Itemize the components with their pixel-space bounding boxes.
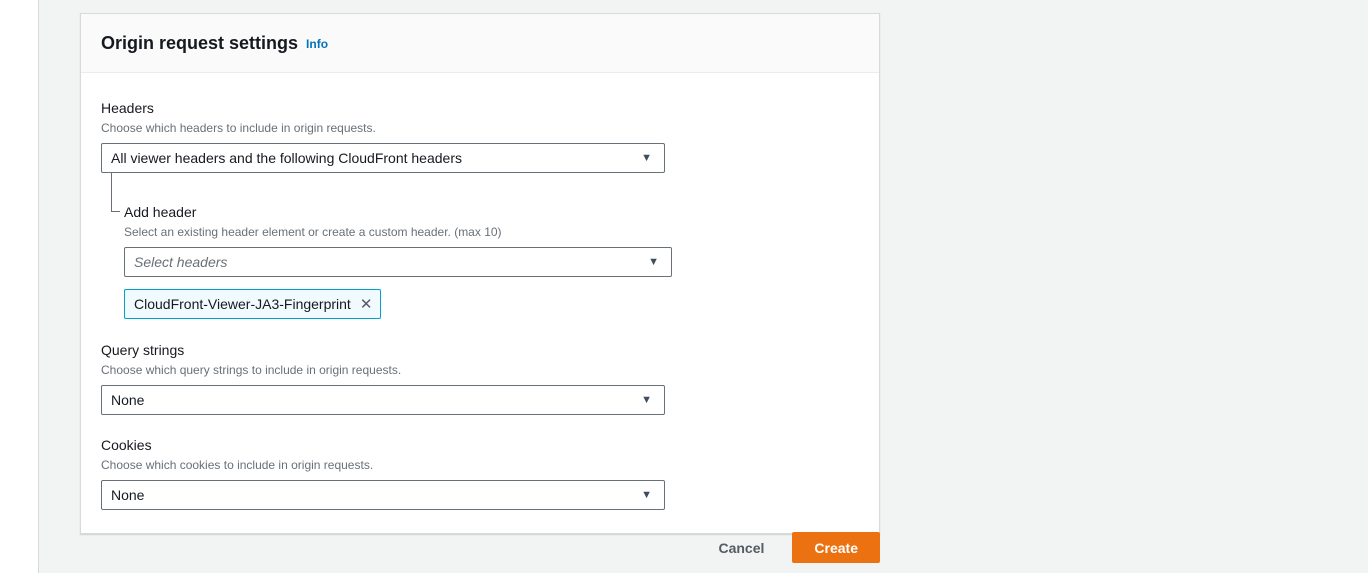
connector-line xyxy=(111,173,120,212)
caret-down-icon: ▼ xyxy=(641,153,652,164)
cookies-select-value: None xyxy=(111,487,144,503)
add-header-select[interactable]: Select headers ▼ xyxy=(124,247,672,277)
caret-down-icon: ▼ xyxy=(648,257,659,268)
query-strings-select-value: None xyxy=(111,392,144,408)
headers-label: Headers xyxy=(101,98,859,118)
origin-request-settings-panel: Origin request settings Info Headers Choo… xyxy=(80,13,880,534)
caret-down-icon: ▼ xyxy=(641,490,652,501)
header-token: CloudFront-Viewer-JA3-Fingerprint ✕ xyxy=(124,289,381,319)
panel-title: Origin request settings xyxy=(101,33,298,53)
add-header-group: Add header Select an existing header ele… xyxy=(101,173,859,319)
info-link[interactable]: Info xyxy=(306,37,328,51)
add-header-select-placeholder: Select headers xyxy=(134,254,227,270)
panel-body: Headers Choose which headers to include … xyxy=(81,73,879,533)
caret-down-icon: ▼ xyxy=(641,395,652,406)
cookies-description: Choose which cookies to include in origi… xyxy=(101,457,859,473)
add-header-label: Add header xyxy=(124,202,859,222)
headers-description: Choose which headers to include in origi… xyxy=(101,120,859,136)
query-strings-label: Query strings xyxy=(101,340,859,360)
header-token-label: CloudFront-Viewer-JA3-Fingerprint xyxy=(134,296,351,312)
add-header-field: Add header Select an existing header ele… xyxy=(124,173,859,319)
query-strings-select[interactable]: None ▼ xyxy=(101,385,665,415)
cookies-label: Cookies xyxy=(101,435,859,455)
cookies-field: Cookies Choose which cookies to include … xyxy=(101,435,859,510)
query-strings-description: Choose which query strings to include in… xyxy=(101,362,859,378)
close-icon[interactable]: ✕ xyxy=(358,295,375,314)
add-header-description: Select an existing header element or cre… xyxy=(124,224,859,240)
side-panel-edge xyxy=(0,0,39,573)
panel-header: Origin request settings Info xyxy=(81,14,879,73)
headers-select-value: All viewer headers and the following Clo… xyxy=(111,150,462,166)
cookies-select[interactable]: None ▼ xyxy=(101,480,665,510)
form-actions: Cancel Create xyxy=(80,532,880,563)
cancel-button[interactable]: Cancel xyxy=(714,536,768,560)
headers-field: Headers Choose which headers to include … xyxy=(101,98,859,173)
query-strings-field: Query strings Choose which query strings… xyxy=(101,340,859,415)
create-button[interactable]: Create xyxy=(792,532,880,563)
headers-select[interactable]: All viewer headers and the following Clo… xyxy=(101,143,665,173)
